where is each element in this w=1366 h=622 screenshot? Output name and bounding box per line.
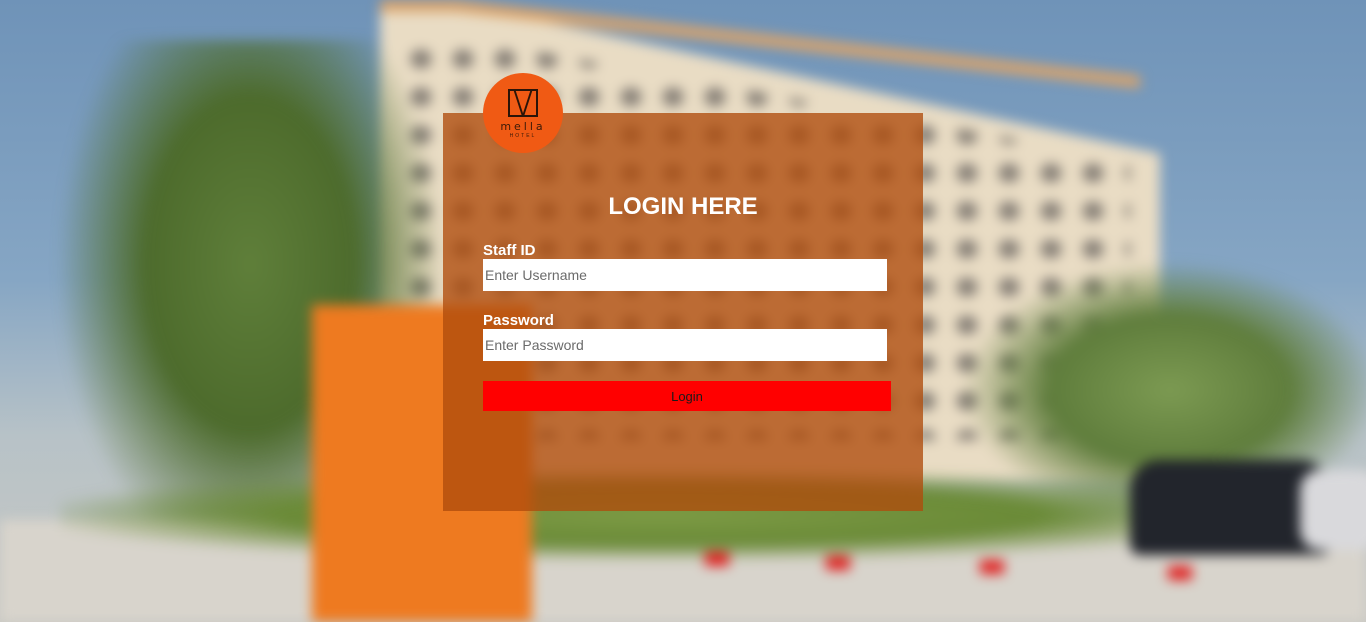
password-label: Password (483, 312, 554, 329)
logo-mark-icon (508, 89, 538, 117)
login-title: LOGIN HERE (608, 193, 758, 220)
hotel-logo: mella HOTEL (483, 73, 563, 153)
parked-car-white (1300, 470, 1366, 550)
traffic-cone (826, 556, 850, 570)
password-input[interactable] (483, 329, 887, 361)
logo-sub: HOTEL (509, 133, 537, 139)
staff-id-label: Staff ID (483, 242, 536, 259)
traffic-cone (1168, 566, 1192, 580)
login-button[interactable]: Login (483, 381, 891, 411)
traffic-cone (980, 560, 1004, 574)
logo-word: mella (500, 120, 546, 133)
traffic-cone (705, 552, 729, 566)
staff-id-input[interactable] (483, 259, 887, 291)
